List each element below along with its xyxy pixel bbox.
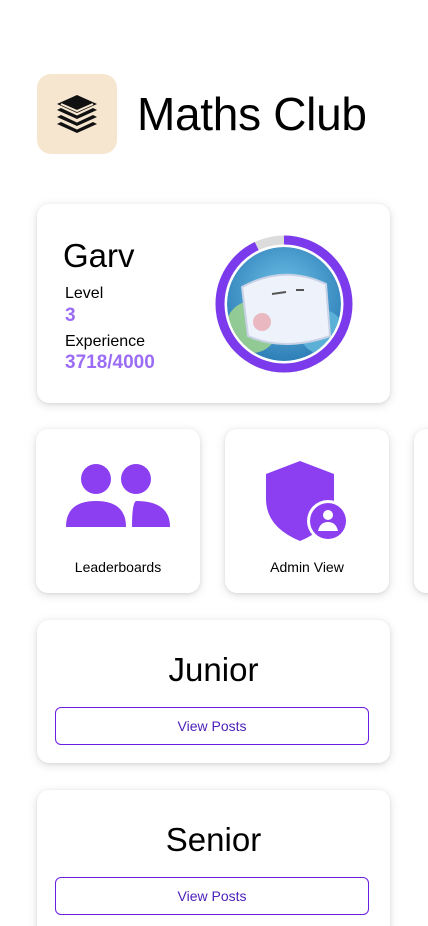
admin-view-tile[interactable]: Admin View [225, 429, 389, 593]
junior-view-posts-button[interactable]: View Posts [55, 707, 369, 745]
app-screen: Maths Club Garv Level 3 Experience 3718/… [0, 0, 428, 926]
experience-progress-ring [215, 235, 353, 373]
stacked-books-icon [57, 95, 97, 133]
partial-tile[interactable] [414, 429, 428, 593]
junior-group-card: Junior View Posts [37, 620, 390, 763]
experience-label: Experience [65, 333, 146, 350]
experience-value: 3718/4000 [65, 352, 155, 373]
leaderboards-label: Leaderboards [74, 559, 162, 575]
senior-title: Senior [165, 821, 262, 858]
avatar [227, 247, 341, 361]
app-logo [37, 74, 117, 154]
level-value: 3 [65, 305, 76, 326]
admin-view-label: Admin View [270, 559, 344, 575]
people-group-icon [66, 464, 170, 527]
senior-view-posts-button[interactable]: View Posts [55, 877, 369, 915]
app-title: Maths Club [137, 88, 367, 140]
user-name: Garv [63, 237, 135, 274]
senior-group-card: Senior View Posts [37, 790, 390, 926]
level-label: Level [65, 285, 104, 302]
profile-card[interactable]: Garv Level 3 Experience 3718/4000 [37, 204, 390, 403]
junior-title: Junior [168, 651, 259, 688]
leaderboards-tile[interactable]: Leaderboards [36, 429, 200, 593]
admin-shield-icon [266, 461, 349, 542]
